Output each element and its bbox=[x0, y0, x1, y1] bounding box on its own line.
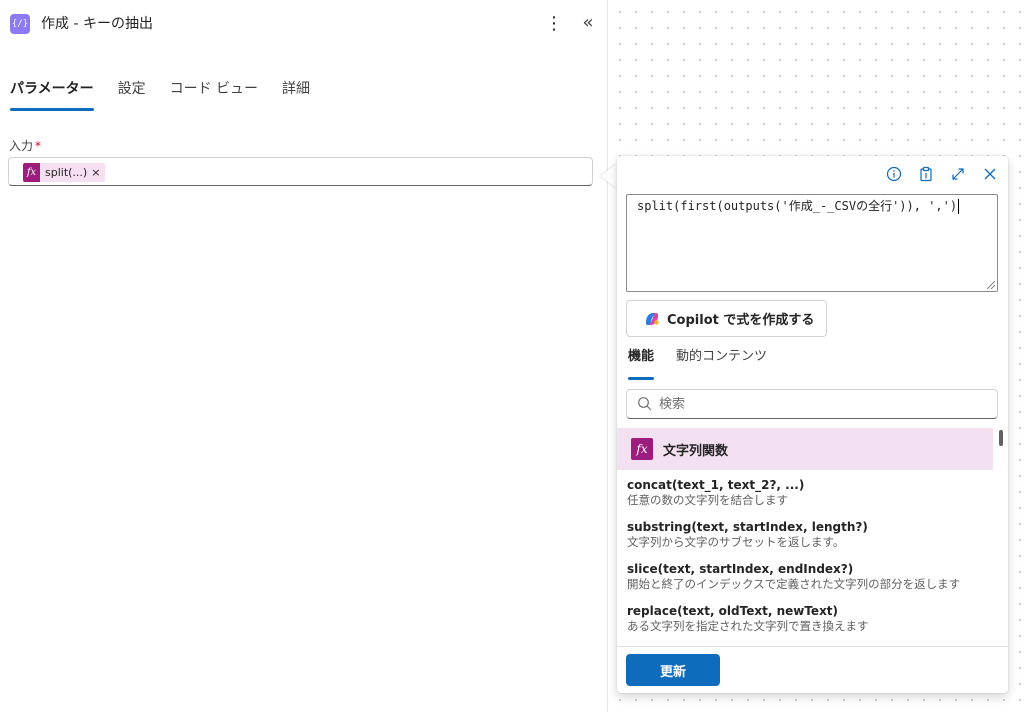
search-icon bbox=[638, 397, 652, 411]
text-caret bbox=[958, 199, 960, 214]
function-list[interactable]: fx 文字列関数 concat(text_1, text_2?, ...) 任意… bbox=[617, 428, 1008, 646]
search-input[interactable] bbox=[659, 396, 979, 412]
editor-tabs: 機能 動的コンテンツ bbox=[628, 346, 789, 380]
popup-toolbar bbox=[884, 164, 1000, 184]
fx-icon: fx bbox=[631, 438, 653, 460]
clipboard-icon[interactable] bbox=[916, 164, 936, 184]
function-item-substring[interactable]: substring(text, startIndex, length?) 文字列… bbox=[627, 520, 993, 550]
scrollbar-thumb[interactable] bbox=[999, 430, 1003, 446]
panel-title[interactable]: 作成 - キーの抽出 bbox=[41, 14, 153, 34]
resize-grip-icon[interactable] bbox=[987, 281, 995, 289]
panel-tabs: パラメーター 設定 コード ビュー 詳細 bbox=[10, 78, 334, 112]
info-icon[interactable] bbox=[884, 164, 904, 184]
update-button[interactable]: 更新 bbox=[626, 654, 720, 686]
function-description: 任意の数の文字列を結合します bbox=[627, 493, 788, 507]
category-header-string-functions[interactable]: fx 文字列関数 bbox=[617, 428, 993, 470]
expression-textarea[interactable]: split(first(outputs('作成_-_CSVの全行')), ','… bbox=[626, 194, 998, 292]
function-signature: concat(text_1, text_2?, ...) bbox=[627, 478, 805, 492]
expression-editor-popup: split(first(outputs('作成_-_CSVの全行')), ','… bbox=[617, 156, 1008, 693]
popup-arrow bbox=[601, 163, 618, 189]
panel-header: {/} 作成 - キーの抽出 ⋮ « bbox=[0, 0, 608, 48]
function-signature: slice(text, startIndex, endIndex?) bbox=[627, 562, 854, 576]
token-label: split(...) bbox=[45, 166, 88, 179]
copilot-icon bbox=[646, 312, 659, 325]
tab-code-view[interactable]: コード ビュー bbox=[170, 78, 258, 112]
function-description: 開始と終了のインデックスで定義された文字列の部分を返します bbox=[627, 577, 961, 591]
function-item-slice[interactable]: slice(text, startIndex, endIndex?) 開始と終了… bbox=[627, 562, 993, 592]
expand-icon[interactable] bbox=[948, 164, 968, 184]
function-description: 文字列から文字のサブセットを返します。 bbox=[627, 535, 845, 549]
required-mark: * bbox=[35, 139, 42, 153]
tab-parameters[interactable]: パラメーター bbox=[10, 78, 94, 112]
tab-functions[interactable]: 機能 bbox=[628, 346, 655, 380]
function-item-replace[interactable]: replace(text, oldText, newText) ある文字列を指定… bbox=[627, 604, 993, 634]
tab-settings[interactable]: 設定 bbox=[118, 78, 146, 112]
expression-value: split(first(outputs('作成_-_CSVの全行')), ','… bbox=[637, 199, 958, 213]
footer-divider bbox=[617, 646, 1008, 647]
function-description: ある文字列を指定された文字列で置き換えます bbox=[627, 619, 869, 633]
input-label-text: 入力 bbox=[9, 139, 34, 153]
tab-dynamic-content[interactable]: 動的コンテンツ bbox=[676, 346, 767, 368]
function-signature: replace(text, oldText, newText) bbox=[627, 604, 839, 618]
function-list-scrollbar[interactable] bbox=[996, 428, 1006, 646]
fx-icon: fx bbox=[23, 163, 40, 182]
expression-token[interactable]: fx split(...) × bbox=[23, 163, 106, 182]
copilot-create-expression-button[interactable]: Copilot で式を作成する bbox=[626, 300, 827, 337]
copilot-button-label: Copilot で式を作成する bbox=[667, 313, 815, 328]
category-label: 文字列関数 bbox=[663, 443, 729, 459]
token-remove-button[interactable]: × bbox=[91, 166, 100, 179]
function-item-concat[interactable]: concat(text_1, text_2?, ...) 任意の数の文字列を結合… bbox=[627, 478, 993, 508]
input-field[interactable]: fx split(...) × bbox=[8, 157, 593, 186]
close-icon[interactable] bbox=[980, 164, 1000, 184]
tab-details[interactable]: 詳細 bbox=[282, 78, 310, 112]
more-vertical-icon[interactable]: ⋮ bbox=[545, 12, 563, 36]
expression-text[interactable]: split(first(outputs('作成_-_CSVの全行')), ','… bbox=[637, 198, 960, 214]
input-label: 入力 * bbox=[9, 138, 41, 154]
chevron-double-left-icon[interactable]: « bbox=[578, 12, 598, 36]
code-icon: {/} bbox=[10, 14, 30, 34]
action-details-panel: {/} 作成 - キーの抽出 ⋮ « パラメーター 設定 コード ビュー 詳細 … bbox=[0, 0, 608, 712]
function-search-box[interactable] bbox=[626, 389, 998, 419]
function-signature: substring(text, startIndex, length?) bbox=[627, 520, 868, 534]
